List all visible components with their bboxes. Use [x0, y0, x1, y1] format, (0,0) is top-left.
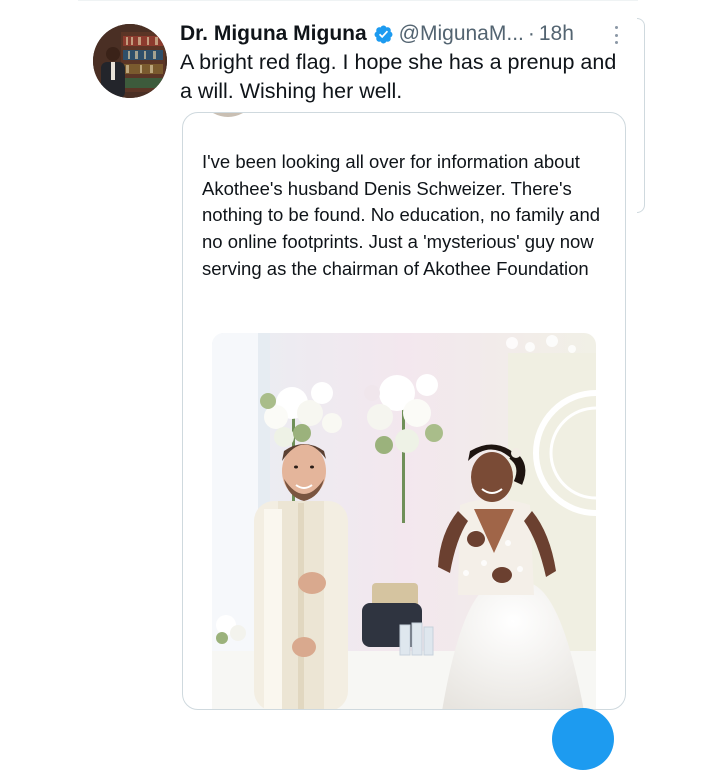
verified-badge-icon — [374, 25, 393, 43]
quoted-tweet-text: I've been looking all over for informati… — [202, 151, 601, 279]
avatar[interactable] — [93, 24, 167, 98]
quoted-tweet-card[interactable]: I've been looking all over for informati… — [182, 112, 626, 710]
divider — [78, 0, 638, 1]
handle[interactable]: @MigunaM... — [399, 22, 524, 46]
wedding-photo — [212, 333, 596, 709]
timestamp[interactable]: 18h — [539, 22, 574, 46]
compose-button[interactable] — [552, 708, 614, 770]
more-options-icon[interactable] — [612, 26, 620, 44]
separator-dot: · — [527, 22, 535, 45]
tweet-screenshot: Dr. Miguna Miguna @MigunaM... · 18h A br… — [0, 0, 720, 770]
display-name[interactable]: Dr. Miguna Miguna — [180, 22, 367, 46]
side-panel-edge — [637, 18, 645, 213]
quoted-avatar-edge — [213, 113, 243, 117]
avatar-image — [93, 24, 167, 98]
tweet-header: Dr. Miguna Miguna @MigunaM... · 18h — [180, 18, 630, 50]
tweet-text: A bright red flag. I hope she has a pren… — [180, 50, 617, 103]
quoted-tweet-image[interactable] — [212, 333, 596, 709]
